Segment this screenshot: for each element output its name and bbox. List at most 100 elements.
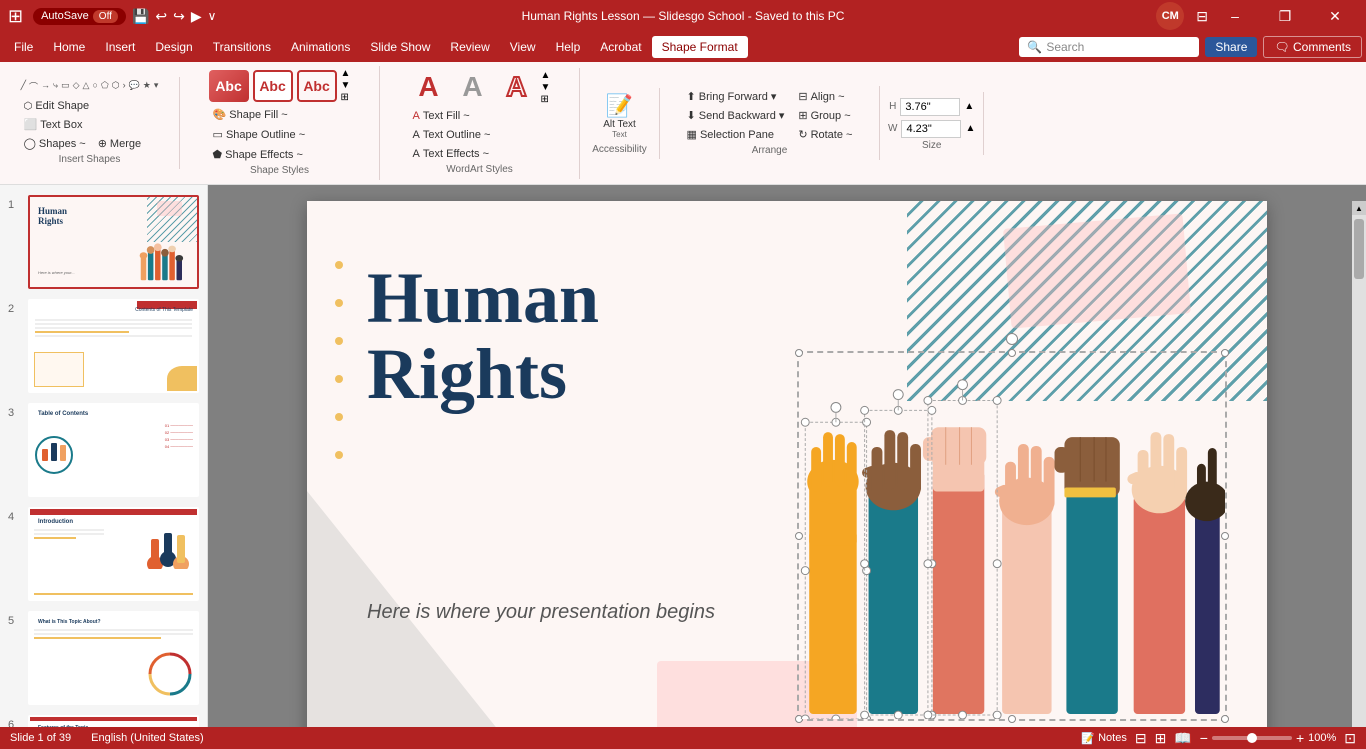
restore-button[interactable]: ❐ xyxy=(1262,0,1308,32)
reading-view-icon[interactable]: 📖 xyxy=(1174,730,1191,747)
shape-fill-button[interactable]: 🎨 Shape Fill ~ xyxy=(209,106,292,123)
star-icon[interactable]: ★ xyxy=(142,79,152,94)
search-box[interactable]: 🔍 Search xyxy=(1019,37,1199,57)
minimize-button[interactable]: – xyxy=(1212,0,1258,32)
width-spin-up[interactable]: ▲ xyxy=(965,123,975,134)
zoom-in-button[interactable]: + xyxy=(1296,730,1304,746)
hands-illustration[interactable] xyxy=(797,351,1227,721)
menu-animations[interactable]: Animations xyxy=(281,36,360,58)
redo-icon[interactable]: ↪ xyxy=(173,8,185,25)
text-outline-button[interactable]: A Text Outline ~ xyxy=(409,127,495,143)
menu-transitions[interactable]: Transitions xyxy=(203,36,281,58)
wordart-style-gray[interactable]: A xyxy=(453,71,493,103)
hexagon-icon[interactable]: ⬡ xyxy=(111,79,121,94)
align-button[interactable]: ⊟ Align ~ xyxy=(794,88,856,105)
connector-icon[interactable]: ⤷ xyxy=(52,79,59,94)
send-backward-button[interactable]: ⬇ Send Backward ▾ xyxy=(683,107,789,124)
wordart-style-red[interactable]: A xyxy=(409,71,449,103)
menu-insert[interactable]: Insert xyxy=(95,36,145,58)
shape-style-3[interactable]: Abc xyxy=(297,70,337,102)
width-input[interactable]: 4.23" xyxy=(901,120,961,138)
vertical-scrollbar[interactable]: ▲ ▼ xyxy=(1352,201,1366,727)
zoom-out-button[interactable]: − xyxy=(1200,730,1208,746)
wordart-style-outline[interactable]: A xyxy=(497,71,537,103)
menu-slideshow[interactable]: Slide Show xyxy=(360,36,440,58)
merge-shapes-button[interactable]: ⊕ Merge xyxy=(94,135,145,152)
shape-effects-button[interactable]: ⬟ Shape Effects ~ xyxy=(209,146,307,163)
menu-home[interactable]: Home xyxy=(43,36,95,58)
menu-shape-format[interactable]: Shape Format xyxy=(652,36,748,58)
height-input[interactable]: 3.76" xyxy=(900,98,960,116)
triangle-icon[interactable]: △ xyxy=(82,79,91,94)
rotation-handle[interactable] xyxy=(1006,333,1018,345)
alt-text-button[interactable]: 📝 Alt Text Text xyxy=(598,90,641,142)
slide-preview-5[interactable]: What is This Topic About? xyxy=(28,611,199,705)
rotate-button[interactable]: ↻ Rotate ~ xyxy=(794,126,856,143)
slide-preview-2[interactable]: Contents of This Template xyxy=(28,299,199,393)
height-spin-up[interactable]: ▲ xyxy=(964,101,974,112)
scroll-up-button[interactable]: ▲ xyxy=(1352,201,1366,215)
autosave-toggle[interactable]: AutoSave Off xyxy=(33,8,126,25)
fit-slide-button[interactable]: ⊡ xyxy=(1344,730,1356,747)
shape-style-1[interactable]: Abc xyxy=(209,70,249,102)
shape-styles-scroll-down[interactable]: ▼ xyxy=(341,80,351,91)
menu-help[interactable]: Help xyxy=(546,36,591,58)
slide-thumbnail-5[interactable]: 5 What is This Topic About? xyxy=(6,609,201,707)
more-icon[interactable]: ▾ xyxy=(153,79,160,94)
chevron-icon[interactable]: › xyxy=(122,79,127,94)
line-icon[interactable]: ╱ xyxy=(20,79,27,94)
text-effects-button[interactable]: A Text Effects ~ xyxy=(409,146,493,162)
shapes-dropdown-button[interactable]: ◯ Shapes ~ xyxy=(20,135,90,152)
arrow-icon[interactable]: → xyxy=(40,79,51,94)
slide-thumbnail-6[interactable]: 6 Features of the Topic xyxy=(6,713,201,727)
wordart-scroll-down[interactable]: ▼ xyxy=(541,82,551,93)
menu-view[interactable]: View xyxy=(500,36,546,58)
zoom-slider[interactable] xyxy=(1212,736,1292,740)
scroll-thumb[interactable] xyxy=(1354,219,1364,279)
slide-preview-6[interactable]: Features of the Topic xyxy=(28,715,199,727)
close-button[interactable]: ✕ xyxy=(1312,0,1358,32)
zoom-thumb[interactable] xyxy=(1247,733,1257,743)
rect-icon[interactable]: ▭ xyxy=(60,79,71,94)
slide-subtitle[interactable]: Here is where your presentation begins xyxy=(367,601,715,624)
pentagon-icon[interactable]: ⬠ xyxy=(100,79,110,94)
slide-thumbnail-1[interactable]: 1 HumanRights Here is where your... xyxy=(6,193,201,291)
wordart-scroll-up[interactable]: ▲ xyxy=(541,70,551,81)
menu-file[interactable]: File xyxy=(4,36,43,58)
text-box-button[interactable]: ⬜ Text Box xyxy=(20,116,87,133)
ribbon-display-icon[interactable]: ⊟ xyxy=(1196,8,1208,25)
slide-thumbnail-4[interactable]: 4 Introduction xyxy=(6,505,201,603)
selection-pane-button[interactable]: ▦ Selection Pane xyxy=(683,126,789,143)
shape-styles-more[interactable]: ⊞ xyxy=(341,92,351,103)
diamond-icon[interactable]: ◇ xyxy=(72,79,81,94)
slide-preview-1[interactable]: HumanRights Here is where your... xyxy=(28,195,199,289)
wordart-more[interactable]: ⊞ xyxy=(541,94,551,105)
group-button[interactable]: ⊞ Group ~ xyxy=(794,107,856,124)
menu-review[interactable]: Review xyxy=(440,36,499,58)
curve-icon[interactable]: ⌒ xyxy=(28,79,39,94)
comments-button[interactable]: 🗨 Comments xyxy=(1263,36,1362,58)
slide-thumbnail-3[interactable]: 3 Table of Contents 01 ──────── xyxy=(6,401,201,499)
slide-thumbnail-2[interactable]: 2 Contents of This Template xyxy=(6,297,201,395)
save-icon[interactable]: 💾 xyxy=(132,8,149,25)
present-icon[interactable]: ▶ xyxy=(191,8,202,25)
notes-button[interactable]: 📝 Notes xyxy=(1081,732,1126,745)
shape-outline-button[interactable]: ▭ Shape Outline ~ xyxy=(209,126,310,143)
callout-icon[interactable]: 💬 xyxy=(128,79,141,94)
menu-acrobat[interactable]: Acrobat xyxy=(590,36,651,58)
normal-view-icon[interactable]: ⊟ xyxy=(1135,730,1147,747)
text-fill-button[interactable]: A Text Fill ~ xyxy=(409,108,474,124)
circle-icon[interactable]: ○ xyxy=(91,79,98,94)
bring-forward-button[interactable]: ⬆ Bring Forward ▾ xyxy=(683,88,789,105)
undo-icon[interactable]: ↩ xyxy=(155,8,167,25)
shape-styles-scroll-up[interactable]: ▲ xyxy=(341,68,351,79)
shape-style-2[interactable]: Abc xyxy=(253,70,293,102)
share-button[interactable]: Share xyxy=(1205,37,1257,57)
customize-icon[interactable]: ∨ xyxy=(208,9,217,23)
menu-design[interactable]: Design xyxy=(145,36,202,58)
slide-preview-3[interactable]: Table of Contents 01 ──────── 02 ───────… xyxy=(28,403,199,497)
slide-preview-4[interactable]: Introduction xyxy=(28,507,199,601)
slide-canvas[interactable]: Human Rights Here is where your presenta… xyxy=(307,201,1267,727)
slide-sorter-icon[interactable]: ⊞ xyxy=(1155,730,1167,747)
slide-title[interactable]: Human Rights xyxy=(367,261,599,412)
